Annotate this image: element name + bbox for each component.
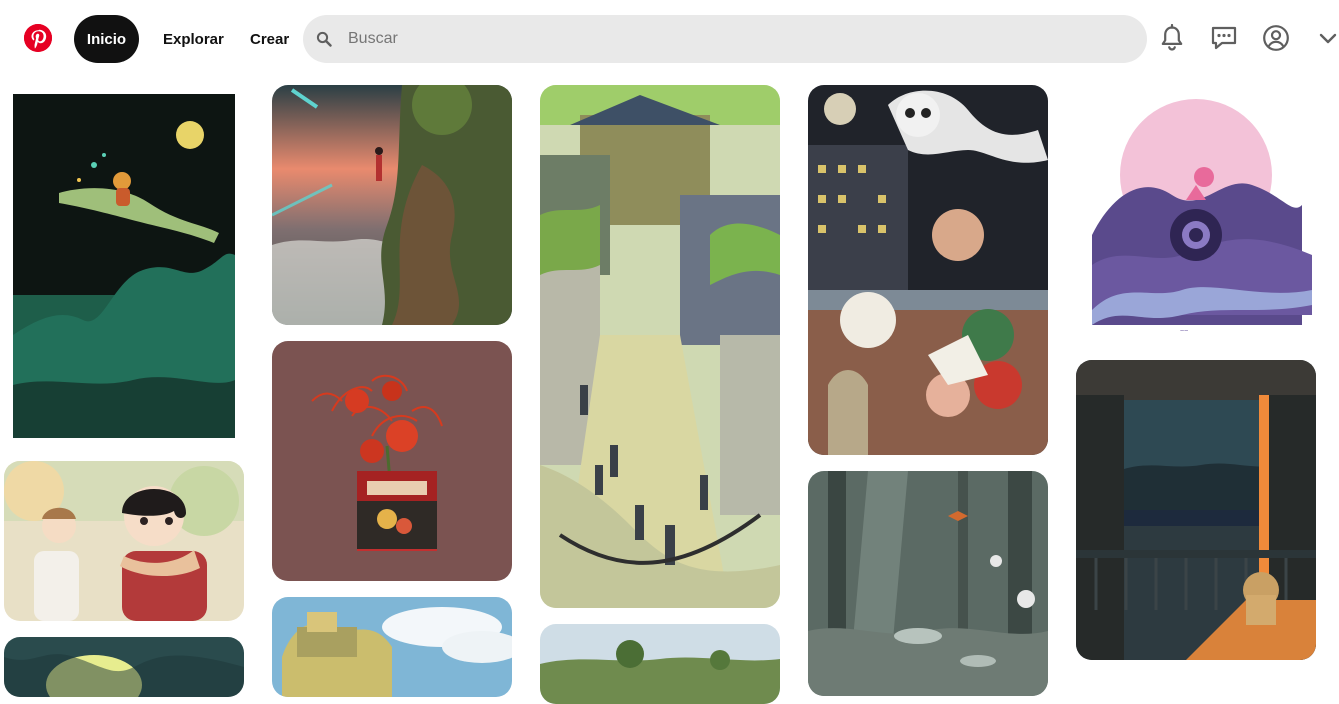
pin-dragon-rider-image[interactable] [4, 85, 244, 447]
pin-yokai-city-image[interactable] [808, 85, 1048, 455]
chevron-down-icon[interactable] [1314, 22, 1339, 54]
pin-purple-waves-image[interactable]: ~~ [1076, 85, 1316, 345]
pin-cliff-sunset-image[interactable] [272, 85, 512, 325]
pin-children-watercolor-image[interactable] [4, 461, 244, 621]
pin-night-balcony-image[interactable] [1076, 360, 1316, 660]
nav-create-link[interactable]: Crear [250, 15, 289, 63]
message-icon[interactable] [1208, 22, 1240, 54]
pin-spider-lily-tin-image[interactable] [272, 341, 512, 581]
search-icon [316, 31, 332, 47]
search-input[interactable] [346, 29, 1126, 49]
pin-japanese-town-image[interactable] [540, 85, 780, 608]
pin-mossy-forest-image[interactable] [808, 471, 1048, 696]
pinterest-logo-icon[interactable] [24, 24, 52, 52]
search-bar[interactable] [303, 15, 1147, 63]
nav-explore-link[interactable]: Explorar [163, 15, 224, 63]
user-profile-icon[interactable] [1260, 22, 1292, 54]
pin-floating-castle-image[interactable] [272, 597, 512, 697]
top-navigation-bar: Inicio Explorar Crear [0, 0, 1339, 80]
svg-text:~~: ~~ [1180, 328, 1188, 335]
bell-icon[interactable] [1156, 22, 1188, 54]
nav-home-button[interactable]: Inicio [74, 15, 139, 63]
pin-dark-creature-image[interactable] [4, 637, 244, 697]
pin-green-landscape-image[interactable] [540, 624, 780, 704]
